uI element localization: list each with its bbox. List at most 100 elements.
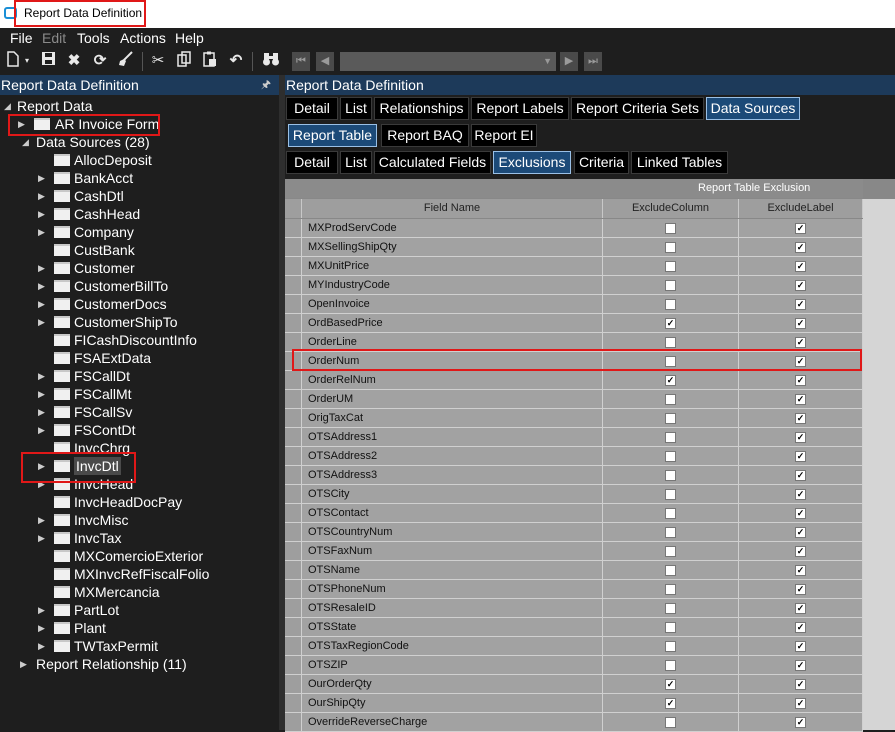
- exclude-label-checkbox[interactable]: ✓: [795, 280, 806, 291]
- new-icon[interactable]: [6, 51, 20, 71]
- field-name-cell[interactable]: MXProdServCode: [302, 219, 603, 238]
- table-row[interactable]: OTSFaxNum ✓: [285, 542, 863, 561]
- exclude-label-checkbox[interactable]: ✓: [795, 394, 806, 405]
- new-dropdown-icon[interactable]: ▾: [22, 51, 32, 71]
- exclude-column-checkbox[interactable]: [665, 337, 676, 348]
- tree-node-fscallsv[interactable]: ▶ FSCallSv: [0, 403, 279, 421]
- menu-actions[interactable]: Actions: [120, 30, 166, 46]
- exclude-column-checkbox[interactable]: ✓: [665, 375, 676, 386]
- field-name-cell[interactable]: OTSState: [302, 618, 603, 637]
- tree-node-bankacct[interactable]: ▶ BankAcct: [0, 169, 279, 187]
- exclude-label-checkbox[interactable]: ✓: [795, 565, 806, 576]
- field-name-cell[interactable]: OTSCity: [302, 485, 603, 504]
- tab-main-report-labels[interactable]: Report Labels: [471, 97, 569, 120]
- expand-arrow-icon[interactable]: ▶: [38, 619, 50, 637]
- tree-node-company[interactable]: ▶ Company: [0, 223, 279, 241]
- field-name-cell[interactable]: OrderRelNum: [302, 371, 603, 390]
- exclude-label-checkbox[interactable]: ✓: [795, 698, 806, 709]
- exclude-column-checkbox[interactable]: [665, 489, 676, 500]
- exclude-column-checkbox[interactable]: [665, 280, 676, 291]
- expand-arrow-icon[interactable]: ▶: [38, 403, 50, 421]
- exclude-label-checkbox[interactable]: ✓: [795, 660, 806, 671]
- tab-main-relationships[interactable]: Relationships: [374, 97, 469, 120]
- table-row[interactable]: OTSAddress1 ✓: [285, 428, 863, 447]
- table-row[interactable]: OTSState ✓: [285, 618, 863, 637]
- exclude-label-checkbox[interactable]: ✓: [795, 299, 806, 310]
- exclude-column-checkbox[interactable]: [665, 432, 676, 443]
- tree-node-invcheaddocpay[interactable]: InvcHeadDocPay: [0, 493, 279, 511]
- field-name-cell[interactable]: OrderUM: [302, 390, 603, 409]
- field-name-cell[interactable]: OverrideReverseCharge: [302, 713, 603, 732]
- table-row[interactable]: OpenInvoice ✓: [285, 295, 863, 314]
- menu-edit[interactable]: Edit: [42, 30, 66, 46]
- exclude-label-checkbox[interactable]: ✓: [795, 584, 806, 595]
- exclude-label-checkbox[interactable]: ✓: [795, 261, 806, 272]
- tree-node-custbank[interactable]: CustBank: [0, 241, 279, 259]
- tree-node-report-data[interactable]: ◢ Report Data: [0, 97, 279, 115]
- tree-node-cashdtl[interactable]: ▶ CashDtl: [0, 187, 279, 205]
- exclude-label-checkbox[interactable]: ✓: [795, 356, 806, 367]
- tab-reporttable-exclusions[interactable]: Exclusions: [493, 151, 571, 174]
- save-icon[interactable]: [38, 51, 58, 71]
- expand-arrow-icon[interactable]: ▶: [38, 367, 50, 385]
- field-name-cell[interactable]: OTSResaleID: [302, 599, 603, 618]
- exclude-label-checkbox[interactable]: ✓: [795, 546, 806, 557]
- row-header[interactable]: [285, 295, 302, 314]
- field-name-cell[interactable]: OTSAddress1: [302, 428, 603, 447]
- collapse-arrow-icon[interactable]: ◢: [4, 97, 16, 115]
- table-row[interactable]: MXProdServCode ✓: [285, 219, 863, 238]
- tree-node-mxmercancia[interactable]: MXMercancia: [0, 583, 279, 601]
- expand-arrow-icon[interactable]: ▶: [38, 187, 50, 205]
- tree-node-mxinvcreffiscalfolio[interactable]: MXInvcRefFiscalFolio: [0, 565, 279, 583]
- field-name-cell[interactable]: OrderNum: [302, 352, 603, 371]
- expand-arrow-icon[interactable]: ▶: [38, 313, 50, 331]
- exclude-column-checkbox[interactable]: [665, 470, 676, 481]
- row-header[interactable]: [285, 713, 302, 732]
- field-name-cell[interactable]: OTSTaxRegionCode: [302, 637, 603, 656]
- table-row[interactable]: OTSCity ✓: [285, 485, 863, 504]
- pin-icon[interactable]: 🖈: [261, 75, 271, 95]
- row-header[interactable]: [285, 257, 302, 276]
- exclude-label-checkbox[interactable]: ✓: [795, 527, 806, 538]
- tab-datasource-report-ei[interactable]: Report EI: [471, 124, 537, 147]
- exclude-column-checkbox[interactable]: [665, 622, 676, 633]
- tab-reporttable-criteria[interactable]: Criteria: [574, 151, 629, 174]
- tab-reporttable-calculated-fields[interactable]: Calculated Fields: [374, 151, 491, 174]
- row-header[interactable]: [285, 314, 302, 333]
- tree-node-plant[interactable]: ▶ Plant: [0, 619, 279, 637]
- tree-node-twtaxpermit[interactable]: ▶ TWTaxPermit: [0, 637, 279, 655]
- field-name-cell[interactable]: MYIndustryCode: [302, 276, 603, 295]
- field-name-cell[interactable]: OTSPhoneNum: [302, 580, 603, 599]
- row-header[interactable]: [285, 618, 302, 637]
- exclude-column-checkbox[interactable]: [665, 527, 676, 538]
- exclude-column-checkbox[interactable]: [665, 641, 676, 652]
- row-header[interactable]: [285, 485, 302, 504]
- collapse-arrow-icon[interactable]: ◢: [22, 133, 34, 151]
- exclude-label-checkbox[interactable]: ✓: [795, 375, 806, 386]
- table-row[interactable]: OTSTaxRegionCode ✓: [285, 637, 863, 656]
- tree-node-invctax[interactable]: ▶ InvcTax: [0, 529, 279, 547]
- field-name-cell[interactable]: OurOrderQty: [302, 675, 603, 694]
- expand-arrow-icon[interactable]: ▶: [38, 421, 50, 439]
- expand-arrow-icon[interactable]: ▶: [38, 169, 50, 187]
- table-row[interactable]: OTSZIP ✓: [285, 656, 863, 675]
- expand-arrow-icon[interactable]: ▶: [20, 655, 32, 673]
- exclude-label-checkbox[interactable]: ✓: [795, 337, 806, 348]
- table-row[interactable]: OrderUM ✓: [285, 390, 863, 409]
- exclude-label-checkbox[interactable]: ✓: [795, 432, 806, 443]
- field-name-cell[interactable]: OTSAddress2: [302, 447, 603, 466]
- row-header[interactable]: [285, 675, 302, 694]
- table-row[interactable]: OTSAddress2 ✓: [285, 447, 863, 466]
- tree-node-customerdocs[interactable]: ▶ CustomerDocs: [0, 295, 279, 313]
- tab-main-list[interactable]: List: [340, 97, 372, 120]
- row-header[interactable]: [285, 599, 302, 618]
- exclude-label-checkbox[interactable]: ✓: [795, 470, 806, 481]
- undo-icon[interactable]: ↶: [226, 51, 246, 71]
- row-header[interactable]: [285, 466, 302, 485]
- exclude-label-checkbox[interactable]: ✓: [795, 641, 806, 652]
- exclude-label-checkbox[interactable]: ✓: [795, 242, 806, 253]
- expand-arrow-icon[interactable]: ▶: [38, 223, 50, 241]
- tree-node-partlot[interactable]: ▶ PartLot: [0, 601, 279, 619]
- table-row[interactable]: OurOrderQty ✓ ✓: [285, 675, 863, 694]
- binoculars-icon[interactable]: [260, 51, 282, 71]
